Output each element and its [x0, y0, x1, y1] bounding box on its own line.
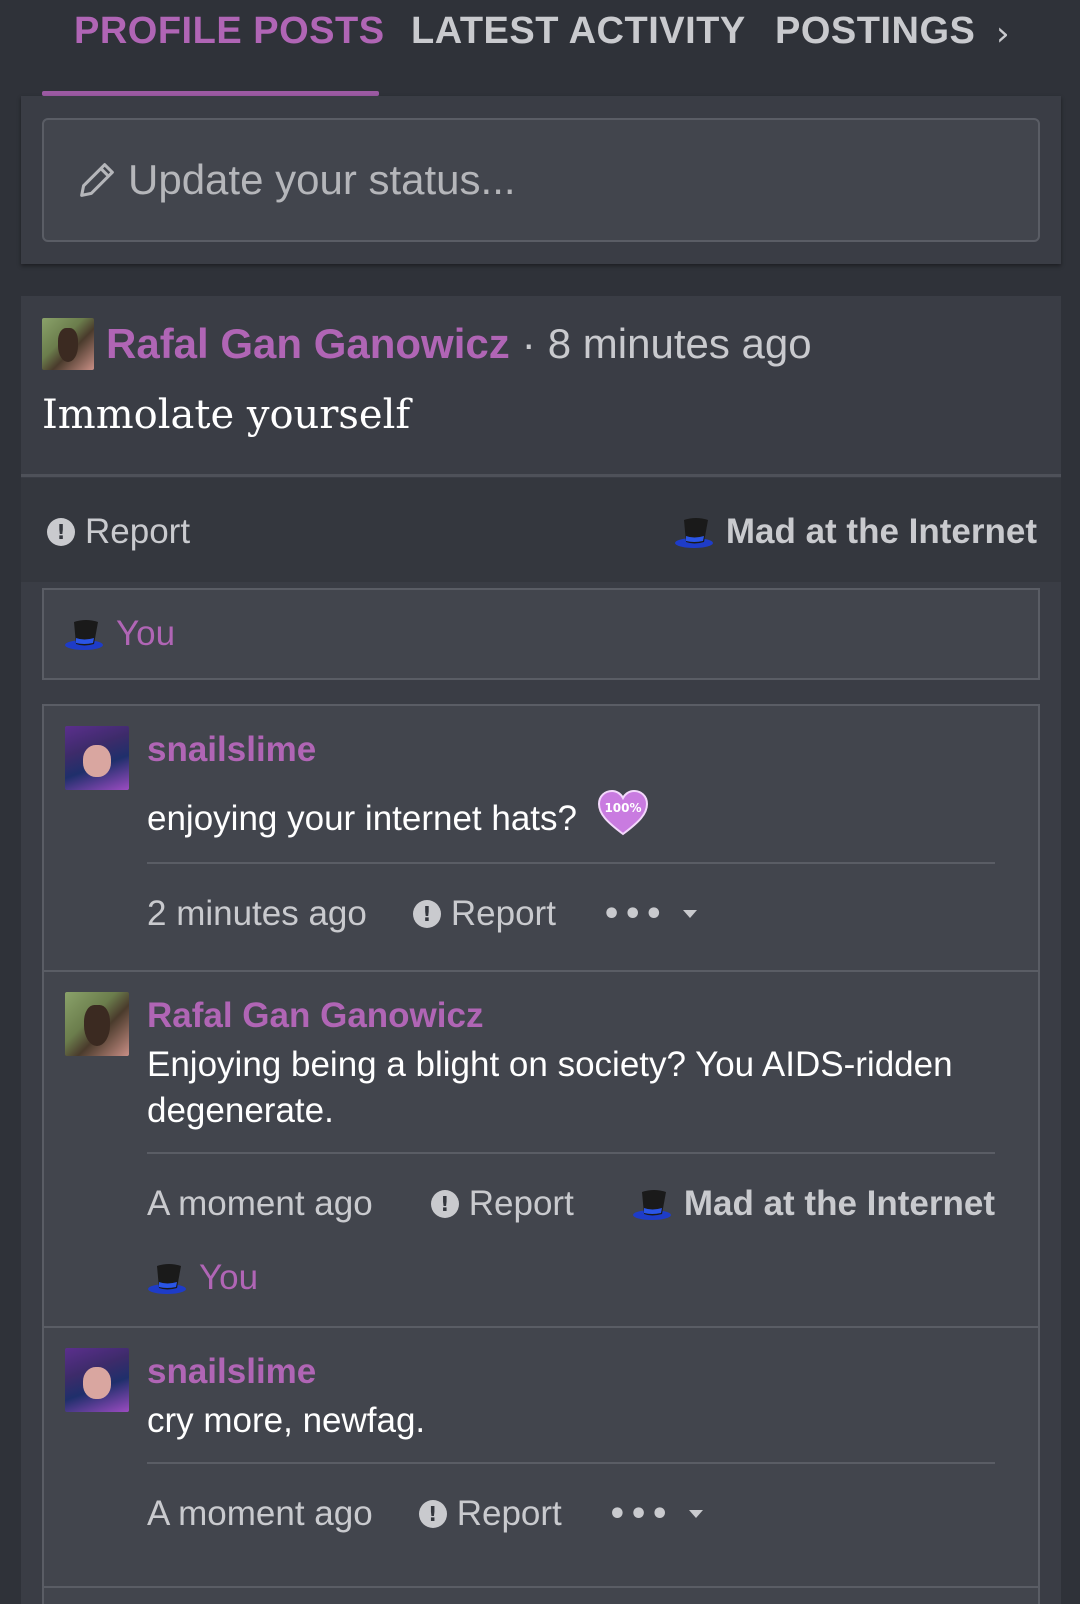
more-options-button[interactable]: ••• — [602, 897, 698, 932]
report-button[interactable]: ! Report — [412, 894, 556, 934]
comment-author[interactable]: snailslime — [147, 730, 316, 770]
top-hat-icon — [674, 518, 713, 548]
exclamation-icon: ! — [47, 518, 75, 546]
comment-time[interactable]: A moment ago — [147, 1184, 373, 1224]
post-actions: ! Report Mad at the Internet — [21, 478, 1061, 582]
comment-time[interactable]: 2 minutes ago — [147, 894, 367, 934]
report-label: Report — [456, 1494, 562, 1533]
report-button[interactable]: ! Report — [430, 1184, 574, 1224]
comment-reactions[interactable]: You — [147, 1258, 258, 1298]
comment-author[interactable]: snailslime — [147, 1352, 316, 1392]
top-hat-icon — [632, 1190, 671, 1220]
avatar[interactable] — [65, 992, 129, 1056]
report-label: Report — [85, 512, 191, 551]
more-icon: ••• — [607, 1496, 672, 1532]
post-separator: · — [521, 320, 536, 367]
comment-text-body: enjoying your internet hats? — [147, 799, 577, 838]
report-label: Report — [468, 1184, 574, 1223]
exclamation-icon: ! — [430, 1190, 459, 1218]
divider — [21, 474, 1061, 477]
reaction-label: Mad at the Internet — [683, 1184, 995, 1223]
reaction-button[interactable]: Mad at the Internet — [674, 512, 1037, 552]
avatar[interactable] — [65, 726, 129, 790]
post-time[interactable]: 8 minutes ago — [548, 320, 812, 368]
comment-author[interactable]: Rafal Gan Ganowicz — [147, 996, 483, 1036]
tab-latest-activity[interactable]: LATEST ACTIVITY — [411, 10, 746, 53]
hundred-percent-heart-icon: 100% — [597, 790, 648, 836]
reaction-label: Mad at the Internet — [725, 512, 1037, 551]
comment-text: Enjoying being a blight on society? You … — [147, 1045, 953, 1130]
reactions-bar[interactable]: You — [42, 588, 1040, 680]
divider — [147, 1462, 995, 1464]
divider — [147, 1152, 995, 1154]
comment-text: enjoying your internet hats? 100% — [147, 790, 1007, 842]
svg-text:100%: 100% — [604, 801, 641, 815]
status-update-block: Update your status... — [21, 96, 1061, 264]
status-input[interactable]: Update your status... — [42, 118, 1040, 242]
report-button[interactable]: ! Report — [47, 512, 190, 552]
avatar[interactable] — [42, 318, 94, 370]
top-hat-icon — [65, 620, 103, 650]
profile-post: Rafal Gan Ganowicz · 8 minutes ago Immol… — [21, 296, 1061, 1604]
comment: snailslime cry more, newfag. A moment ag… — [44, 1328, 1038, 1588]
pencil-icon — [80, 163, 114, 197]
report-label: Report — [450, 894, 556, 933]
comment-meta: A moment ago ! Report ••• — [147, 1494, 704, 1534]
comments-list: snailslime enjoying your internet hats? … — [42, 704, 1040, 1604]
post-header: Rafal Gan Ganowicz · 8 minutes ago — [42, 316, 812, 372]
status-placeholder: Update your status... — [128, 156, 516, 203]
reaction-user[interactable]: You — [116, 614, 175, 654]
comment: Rafal Gan Ganowicz Enjoying being a blig… — [44, 972, 1038, 1328]
chevron-down-icon — [683, 910, 698, 918]
top-hat-icon — [148, 1264, 186, 1294]
profile-tabs: PROFILE POSTS LATEST ACTIVITY POSTINGS › — [0, 0, 1080, 96]
tab-postings[interactable]: POSTINGS — [775, 10, 975, 53]
tab-profile-posts[interactable]: PROFILE POSTS — [74, 10, 385, 53]
comment-meta: 2 minutes ago ! Report ••• — [147, 894, 698, 934]
divider — [147, 862, 995, 864]
avatar[interactable] — [65, 1348, 129, 1412]
reaction-user[interactable]: You — [199, 1258, 258, 1298]
chevron-down-icon — [689, 1510, 704, 1518]
comment-time[interactable]: A moment ago — [147, 1494, 373, 1534]
reaction-button[interactable]: Mad at the Internet — [632, 1184, 995, 1224]
post-author[interactable]: Rafal Gan Ganowicz — [106, 320, 510, 368]
comment-text: cry more, newfag. — [147, 1401, 426, 1440]
exclamation-icon: ! — [412, 900, 441, 928]
report-button[interactable]: ! Report — [418, 1494, 562, 1534]
post-body: Immolate yourself — [42, 392, 411, 438]
more-options-button[interactable]: ••• — [608, 1497, 704, 1532]
chevron-right-icon[interactable]: › — [996, 14, 1010, 54]
more-icon: ••• — [601, 896, 666, 932]
exclamation-icon: ! — [418, 1500, 447, 1528]
comment-meta: A moment ago ! Report Mad at the Interne… — [147, 1184, 995, 1224]
comment: snailslime enjoying your internet hats? … — [44, 706, 1038, 972]
